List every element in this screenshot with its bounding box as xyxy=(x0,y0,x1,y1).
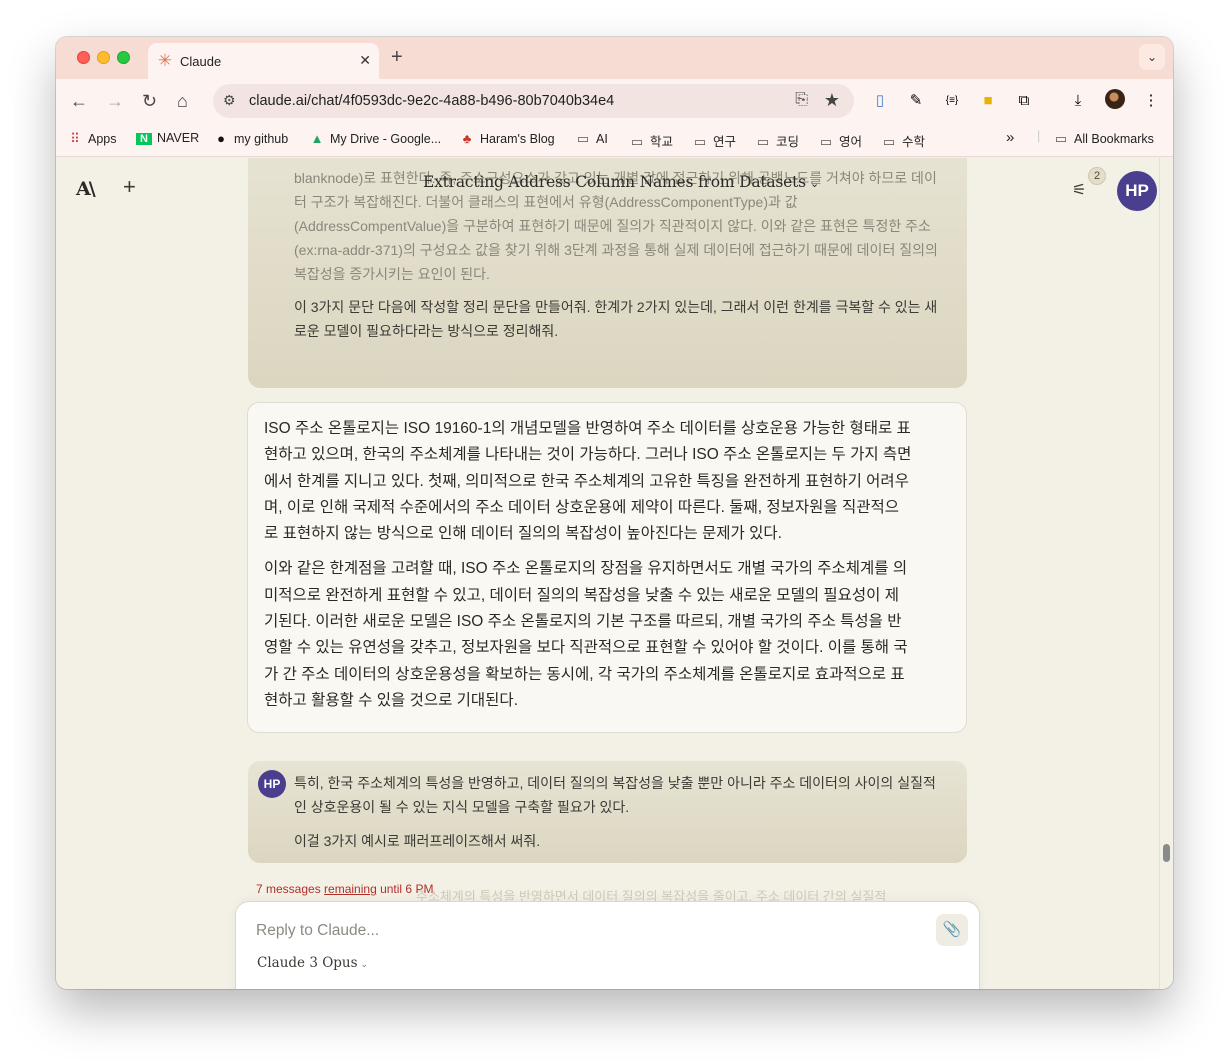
maximize-window-button[interactable] xyxy=(117,51,130,64)
bookmark-folder-ai[interactable]: ▭ AI xyxy=(575,131,608,147)
new-chat-button[interactable]: + xyxy=(123,174,136,200)
bookmark-star-icon[interactable]: ★ xyxy=(824,90,840,111)
tab-bar: ✳ Claude ✕ + ⌄ xyxy=(56,37,1173,79)
anthropic-logo[interactable]: A\ xyxy=(76,178,96,200)
docs-extension-icon[interactable]: ▯ xyxy=(870,91,890,111)
folder-icon: ▭ xyxy=(576,131,590,146)
paperclip-icon[interactable]: 📎 xyxy=(936,914,968,946)
install-app-icon[interactable]: ⎘ xyxy=(795,91,808,109)
message-text: 이걸 3가지 예시로 패러프레이즈해서 써줘. xyxy=(294,833,541,849)
bookmark-github[interactable]: ● my github xyxy=(213,131,288,146)
bookmark-folder-math[interactable]: ▭ 수학 xyxy=(881,131,925,150)
model-selector[interactable]: Claude 3 Opus ⌄ xyxy=(257,955,368,971)
minimize-window-button[interactable] xyxy=(97,51,110,64)
user-avatar-small: HP xyxy=(258,770,286,798)
claude-favicon-icon: ✳ xyxy=(157,51,173,70)
bookmark-google-drive[interactable]: ▲ My Drive - Google... xyxy=(309,131,442,146)
user-message-previous: blanknode)로 표현한다. 즉, 주소구성요소가 갖고 있는 개별 값에… xyxy=(248,158,967,388)
bookmark-folder-research[interactable]: ▭ 연구 xyxy=(692,131,736,150)
folder-icon: ▭ xyxy=(756,134,770,149)
all-bookmarks-button[interactable]: ▭ All Bookmarks xyxy=(1053,131,1154,147)
url-text: claude.ai/chat/4f0593dc-9e2c-4a88-b496-8… xyxy=(249,93,615,109)
browser-toolbar: ← → ↻ ⌂ ⚙ claude.ai/chat/4f0593dc-9e2c-4… xyxy=(56,79,1173,125)
reload-icon[interactable]: ↻ xyxy=(142,90,157,112)
user-message-latest: HP 특히, 한국 주소체계의 특성을 반영하고, 데이터 질의의 복잡성을 낮… xyxy=(248,761,967,863)
site-info-icon[interactable]: ⚙ xyxy=(223,92,236,109)
json-extension-icon[interactable]: {≡} xyxy=(942,91,962,111)
tab-close-icon[interactable]: ✕ xyxy=(359,52,371,69)
bookmark-folder-english[interactable]: ▭ 영어 xyxy=(818,131,862,150)
back-arrow-icon[interactable]: ← xyxy=(70,90,88,112)
chevron-down-icon: ⌄ xyxy=(360,960,369,970)
forward-arrow-icon[interactable]: → xyxy=(106,90,124,112)
new-tab-button[interactable]: + xyxy=(391,46,403,68)
profile-avatar[interactable] xyxy=(1105,89,1125,109)
bookmarks-bar: ⠿ Apps N NAVER ● my github ▲ My Drive - Goog… xyxy=(56,125,1173,157)
folder-icon: ▭ xyxy=(693,134,707,149)
bookmark-naver[interactable]: N NAVER xyxy=(136,131,199,145)
eyedropper-extension-icon[interactable]: ✎ xyxy=(906,91,926,111)
folder-icon: ▭ xyxy=(1054,131,1068,146)
sliders-settings-icon[interactable]: ⚟ xyxy=(1072,180,1086,200)
reply-composer: 📎 Claude 3 Opus⌄ xyxy=(235,901,980,989)
message-text: 이 3가지 문단 다음에 작성할 정리 문단을 만들어줘. 한계가 2가지 있는… xyxy=(294,299,938,339)
remaining-link[interactable]: remaining xyxy=(324,882,377,896)
notification-badge: 2 xyxy=(1088,167,1106,185)
naver-icon: N xyxy=(136,133,152,145)
user-avatar[interactable]: HP xyxy=(1117,171,1157,211)
tab-search-chevron-icon[interactable]: ⌄ xyxy=(1139,44,1165,70)
chat-title[interactable]: Extracting Address Column Names from Dat… xyxy=(423,173,819,191)
home-icon[interactable]: ⌂ xyxy=(177,90,188,112)
bookmark-apps[interactable]: ⠿ Apps xyxy=(67,131,116,147)
bookmarks-overflow-button[interactable]: » xyxy=(1006,129,1014,146)
bookmark-blog[interactable]: ♣ Haram's Blog xyxy=(459,131,555,146)
folder-icon: ▭ xyxy=(819,134,833,149)
reply-input[interactable] xyxy=(256,922,916,940)
address-bar[interactable]: ⚙ claude.ai/chat/4f0593dc-9e2c-4a88-b496… xyxy=(213,84,854,118)
close-window-button[interactable] xyxy=(77,51,90,64)
bookmark-folder-school[interactable]: ▭ 학교 xyxy=(629,131,673,150)
bookmark-folder-coding[interactable]: ▭ 코딩 xyxy=(755,131,799,150)
browser-window: ✳ Claude ✕ + ⌄ ← → ↻ ⌂ ⚙ claude.ai/chat/… xyxy=(56,37,1173,989)
page-scrollbar[interactable] xyxy=(1159,158,1173,989)
cherry-icon: ♣ xyxy=(462,131,472,146)
message-text: ISO 주소 온톨로지는 ISO 19160-1의 개념모델을 반영하여 주소 … xyxy=(264,420,912,543)
folder-icon: ▭ xyxy=(882,134,896,149)
github-icon: ● xyxy=(217,131,225,146)
download-icon[interactable]: ⤓ xyxy=(1068,91,1088,111)
more-menu-icon[interactable]: ⋮ xyxy=(1141,91,1161,111)
assistant-message: ISO 주소 온톨로지는 ISO 19160-1의 개념모델을 반영하여 주소 … xyxy=(247,402,967,733)
message-limit-notice: 7 messages remaining until 6 PM xyxy=(256,882,434,896)
message-text: 특히, 한국 주소체계의 특성을 반영하고, 데이터 질의의 복잡성을 낮출 뿐… xyxy=(294,775,936,815)
folder-icon: ▭ xyxy=(630,134,644,149)
tab-claude[interactable]: ✳ Claude ✕ xyxy=(148,43,379,79)
message-text: 이와 같은 한계점을 고려할 때, ISO 주소 온톨로지의 장점을 유지하면서… xyxy=(264,560,908,709)
claude-chat-page: blanknode)로 표현한다. 즉, 주소구성요소가 갖고 있는 개별 값에… xyxy=(56,158,1159,989)
extensions-puzzle-icon[interactable]: ⧉ xyxy=(1014,91,1034,111)
keep-extension-icon[interactable]: ■ xyxy=(978,91,998,111)
apps-grid-icon: ⠿ xyxy=(70,131,80,146)
bookmarks-divider: | xyxy=(1037,129,1041,143)
google-drive-icon: ▲ xyxy=(310,131,324,146)
chevron-down-icon: ⌄ xyxy=(809,177,819,190)
scrollbar-thumb[interactable] xyxy=(1163,844,1170,862)
tab-title: Claude xyxy=(180,54,222,69)
